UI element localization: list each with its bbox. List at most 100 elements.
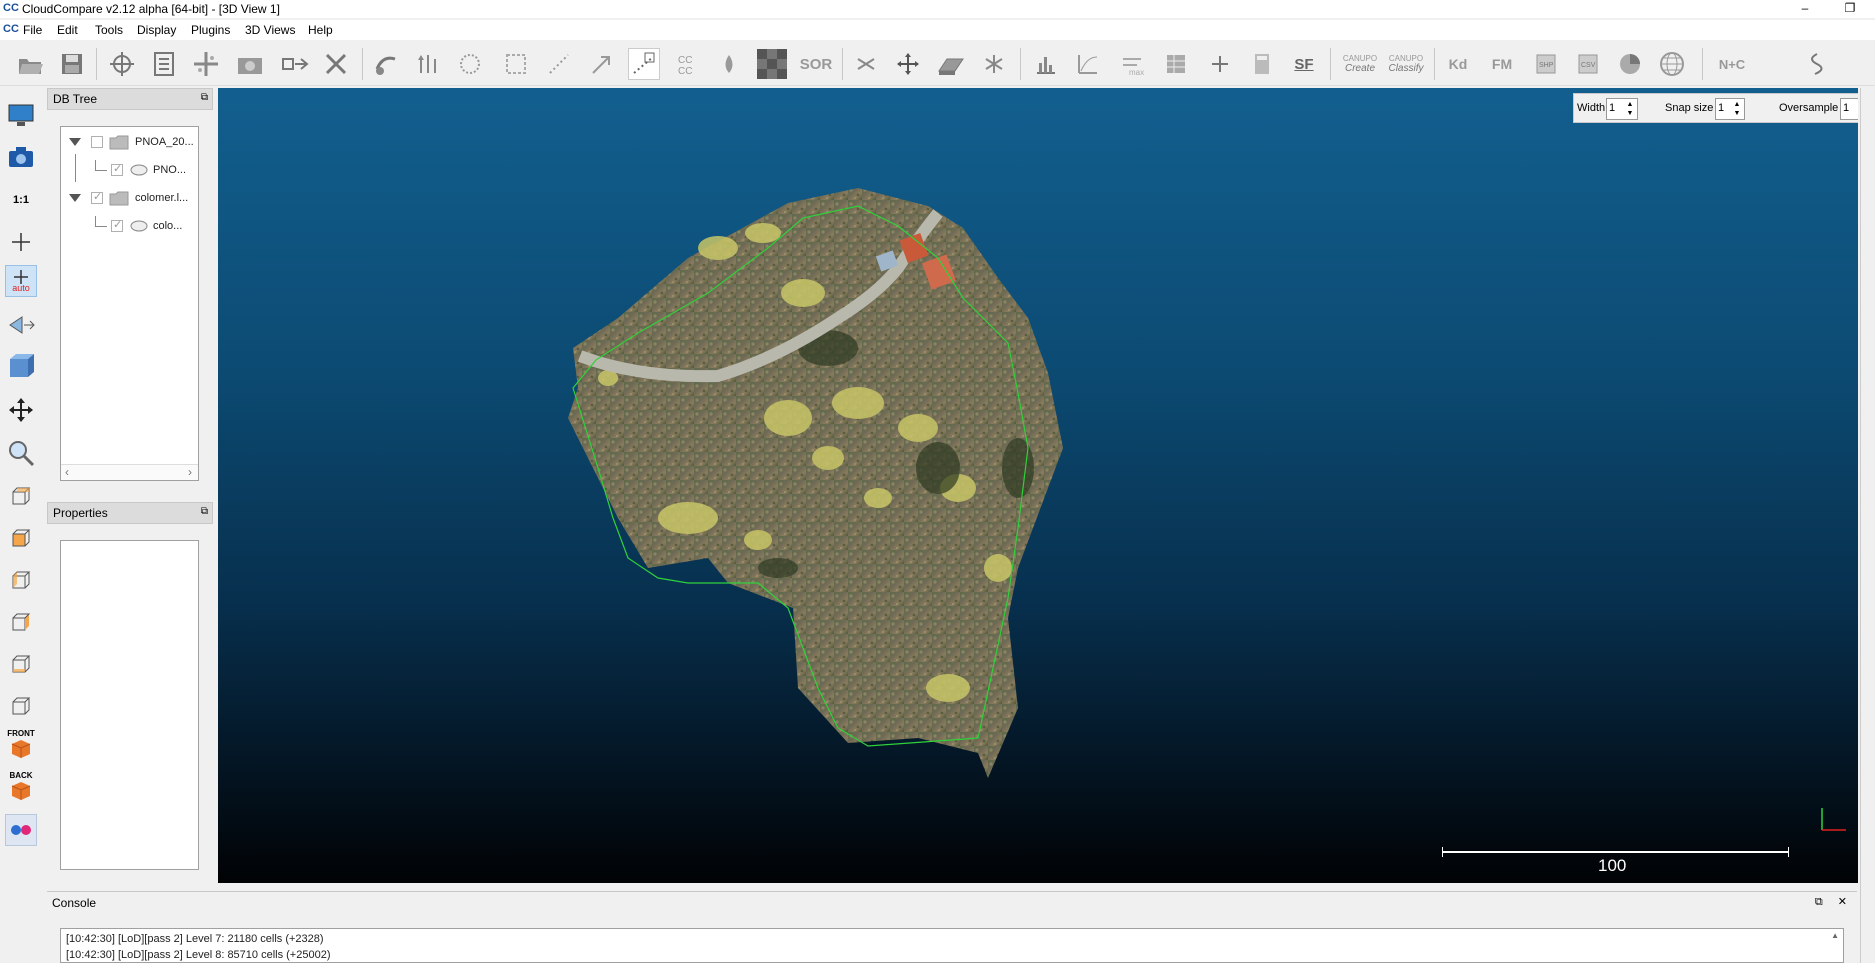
console-line: [10:42:30] [LoD][pass 2] Level 8: 85710 … <box>66 949 331 961</box>
menu-tools[interactable]: Tools <box>95 23 123 37</box>
canupo-classify-button[interactable]: CANUPO Classify <box>1384 48 1428 80</box>
tree-checkbox[interactable] <box>91 190 103 204</box>
one-to-one-button[interactable]: 1:1 <box>5 184 37 216</box>
add-sf-icon[interactable] <box>1204 48 1236 80</box>
crosshair-points-icon[interactable] <box>190 48 222 80</box>
curve-tool-icon[interactable] <box>1800 48 1832 80</box>
width-spinbox[interactable]: 1 ▲ ▼ <box>1606 98 1638 120</box>
plane-icon[interactable] <box>934 48 966 80</box>
sor-filter-button[interactable]: SOR <box>800 48 833 80</box>
droplet-icon[interactable] <box>713 48 745 80</box>
scatter-icon[interactable] <box>543 48 575 80</box>
perspective-icon[interactable] <box>5 309 37 341</box>
tree-item[interactable]: colo... <box>111 216 182 236</box>
shp-file-icon[interactable]: SHP <box>1530 48 1562 80</box>
curve-icon[interactable] <box>1072 48 1104 80</box>
spin-arrows-icon[interactable]: ▲ ▼ <box>1731 100 1743 118</box>
spin-arrows-icon[interactable]: ▲ ▼ <box>1624 100 1636 118</box>
iso-front-button[interactable]: FRONT <box>5 728 37 760</box>
sample-icon[interactable] <box>234 48 266 80</box>
normals-icon[interactable] <box>412 48 444 80</box>
grid-table-icon[interactable] <box>1160 48 1192 80</box>
expand-arrow-icon[interactable] <box>69 194 81 202</box>
canupo-title: CANUPO <box>1342 54 1378 63</box>
view-top-icon[interactable] <box>5 480 37 512</box>
sf-max-icon[interactable]: max <box>1116 48 1148 80</box>
tree-checkbox[interactable] <box>91 136 103 148</box>
save-icon[interactable] <box>56 48 88 80</box>
subsample-icon[interactable] <box>279 48 311 80</box>
db-tree-header: DB Tree ⧉ <box>47 88 213 110</box>
3d-view[interactable]: Width 1 ▲▼ Snap size 1 ▲▼ Oversample 1 ▲… <box>218 88 1858 883</box>
tree-item[interactable]: colomer.l... <box>69 188 188 208</box>
iso-back-button[interactable]: BACK <box>5 770 37 802</box>
delete-icon[interactable] <box>320 48 352 80</box>
pie-icon[interactable] <box>1614 48 1646 80</box>
zoom-icon[interactable] <box>5 437 37 469</box>
oversample-spinbox[interactable]: 1 ▲▼ <box>1840 98 1858 120</box>
console-title: Console <box>52 896 97 910</box>
pivot-icon[interactable] <box>5 226 37 258</box>
oversample-label: Oversample <box>1779 102 1839 114</box>
csv-file-icon[interactable]: CSV <box>1572 48 1604 80</box>
float-icon[interactable]: ⧉ <box>201 506 208 517</box>
segment-tool-icon[interactable] <box>628 48 660 80</box>
scroll-right-icon[interactable]: › <box>188 465 192 479</box>
menu-help[interactable]: Help <box>308 23 333 37</box>
tree-checkbox[interactable] <box>111 162 123 176</box>
open-icon[interactable] <box>14 48 46 80</box>
list-icon[interactable] <box>148 48 180 80</box>
tree-item[interactable]: PNO... <box>111 160 186 180</box>
scissors-icon[interactable] <box>850 48 882 80</box>
scale-bar <box>1442 851 1789 853</box>
view-back-face-icon[interactable] <box>5 690 37 722</box>
stereo-icon[interactable] <box>5 814 37 846</box>
arrow-points-icon[interactable] <box>586 48 618 80</box>
move-icon[interactable] <box>5 394 37 426</box>
view-right-icon[interactable] <box>5 606 37 638</box>
mesh-icon[interactable] <box>500 48 532 80</box>
tree-item[interactable]: PNOA_20... <box>69 132 194 152</box>
fm-button[interactable]: FM <box>1486 48 1518 80</box>
tree-hscrollbar[interactable]: ‹ › <box>61 464 198 480</box>
calculator-icon[interactable] <box>1246 48 1278 80</box>
tree-checkbox[interactable] <box>111 218 123 232</box>
star-icon[interactable] <box>978 48 1010 80</box>
expand-arrow-icon[interactable] <box>69 138 81 146</box>
close-icon[interactable]: ✕ <box>1838 896 1847 908</box>
float-icon[interactable]: ⧉ <box>201 92 208 103</box>
canupo-create-button[interactable]: CANUPO Create <box>1340 48 1380 80</box>
point-cloud-icon[interactable] <box>454 48 486 80</box>
menu-display[interactable]: Display <box>137 23 176 37</box>
scroll-left-icon[interactable]: ‹ <box>65 465 69 479</box>
translate-icon[interactable] <box>892 48 924 80</box>
display-icon[interactable] <box>5 99 37 131</box>
nc-button[interactable]: N+C <box>1714 48 1750 80</box>
histogram-icon[interactable] <box>1030 48 1062 80</box>
checker-icon[interactable] <box>756 48 788 80</box>
float-icon[interactable]: ⧉ <box>1815 896 1823 908</box>
tree-item-label: colomer.l... <box>135 192 189 204</box>
auto-label: auto <box>12 282 30 293</box>
minimize-button[interactable]: – <box>1790 0 1820 18</box>
auto-pivot-button[interactable]: auto <box>5 265 37 297</box>
tree-item-label: colo... <box>153 220 183 232</box>
view-bottom-icon[interactable] <box>5 648 37 680</box>
menu-3d-views[interactable]: 3D Views <box>245 23 295 37</box>
menu-file[interactable]: File <box>23 23 42 37</box>
snap-size-spinbox[interactable]: 1 ▲ ▼ <box>1715 98 1745 120</box>
kd-tree-button[interactable]: Kd <box>1442 48 1474 80</box>
menu-plugins[interactable]: Plugins <box>191 23 230 37</box>
global-shift-icon[interactable] <box>106 48 138 80</box>
globe-icon[interactable] <box>1656 48 1688 80</box>
cc-compare-icon[interactable]: CC CC <box>672 48 704 80</box>
object-cube-icon[interactable] <box>5 350 37 382</box>
sf-button[interactable]: SF <box>1288 48 1320 80</box>
view-front-face-icon[interactable] <box>5 522 37 554</box>
camera-icon[interactable] <box>5 141 37 173</box>
scroll-up-icon[interactable]: ▲ <box>1831 931 1839 940</box>
view-left-icon[interactable] <box>5 564 37 596</box>
restore-button[interactable]: ❐ <box>1835 0 1865 18</box>
clone-icon[interactable] <box>370 48 402 80</box>
menu-edit[interactable]: Edit <box>57 23 78 37</box>
